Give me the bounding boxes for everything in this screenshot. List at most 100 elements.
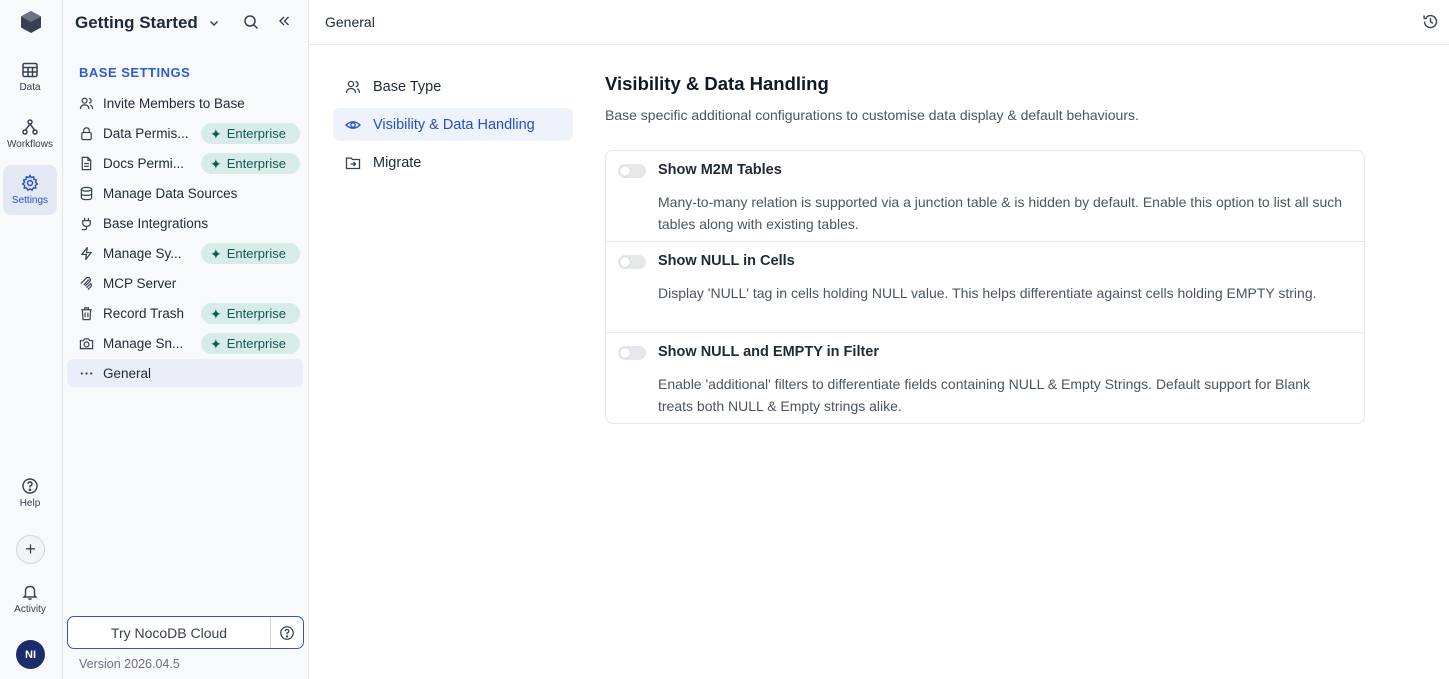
sidebar-item-docs-permissions[interactable]: Docs Permi... ✦ Enterprise (67, 149, 303, 177)
cloud-help-button[interactable] (271, 617, 303, 648)
sparkle-icon: ✦ (210, 305, 222, 322)
toggle-knob (620, 348, 630, 358)
tab-visibility-data-handling[interactable]: Visibility & Data Handling (333, 108, 573, 141)
rail-help-label: Help (19, 498, 41, 509)
sidebar-header: Getting Started (63, 0, 309, 45)
rail-workflows-label: Workflows (7, 139, 53, 150)
tab-label: Migrate (373, 154, 422, 171)
null-in-cells-toggle[interactable] (618, 255, 646, 269)
rail-activity[interactable]: Activity (3, 574, 57, 624)
database-icon (80, 186, 93, 200)
enterprise-badge: ✦ Enterprise (201, 243, 300, 264)
tab-base-type[interactable]: Base Type (333, 70, 573, 103)
page-title: General (325, 14, 375, 30)
sidebar-item-record-trash[interactable]: Record Trash ✦ Enterprise (67, 299, 303, 327)
lightning-icon (80, 246, 93, 260)
camera-icon (79, 337, 94, 349)
sidebar-item-label: Manage Data Sources (103, 185, 238, 201)
sidebar-item-data-permissions[interactable]: Data Permis... ✦ Enterprise (67, 119, 303, 147)
bell-icon (22, 585, 38, 600)
option-title: Show NULL in Cells (658, 253, 795, 269)
options-card: Show M2M Tables Many-to-many relation is… (605, 150, 1365, 424)
badge-label: Enterprise (226, 336, 286, 351)
add-button[interactable]: + (16, 535, 45, 564)
option-description: Many-to-many relation is supported via a… (658, 194, 1343, 232)
option-show-null-in-cells: Show NULL in Cells Display 'NULL' tag in… (606, 242, 1364, 333)
chevron-down-icon[interactable] (208, 17, 220, 29)
nocodb-logo-icon[interactable] (19, 10, 43, 34)
migrate-icon (345, 156, 361, 169)
sidebar-item-label: Manage Sn... (103, 335, 184, 351)
mcp-icon (80, 276, 93, 290)
trash-icon (81, 306, 92, 320)
sparkle-icon: ✦ (210, 125, 222, 142)
sparkle-icon: ✦ (210, 155, 222, 172)
sidebar-item-label: Docs Permi... (103, 155, 185, 171)
m2m-toggle[interactable] (618, 164, 646, 178)
eye-icon (345, 120, 361, 129)
sidebar-item-label: Record Trash (103, 305, 185, 321)
gear-icon (21, 174, 39, 192)
option-title: Show M2M Tables (658, 162, 782, 178)
history-icon[interactable] (1422, 13, 1439, 30)
tab-label: Visibility & Data Handling (373, 116, 535, 133)
sidebar-item-general[interactable]: General (67, 359, 303, 387)
sidebar-item-label: Invite Members to Base (103, 95, 245, 111)
rail-help[interactable]: Help (3, 468, 57, 518)
users-icon (79, 97, 94, 109)
sidebar-item-mcp-server[interactable]: MCP Server (67, 269, 303, 297)
sidebar-item-label: Manage Sy... (103, 245, 182, 261)
base-title[interactable]: Getting Started (75, 13, 198, 33)
plug-icon (81, 217, 91, 230)
rail-settings-label: Settings (11, 195, 49, 206)
avatar[interactable]: NI (16, 640, 45, 669)
badge-label: Enterprise (226, 306, 286, 321)
try-cloud-button[interactable]: Try NocoDB Cloud (68, 617, 271, 648)
enterprise-badge: ✦ Enterprise (201, 123, 300, 144)
sidebar-item-manage-snapshots[interactable]: Manage Sn... ✦ Enterprise (67, 329, 303, 357)
sidebar-item-label: General (103, 365, 152, 381)
null-empty-filter-toggle[interactable] (618, 346, 646, 360)
rail-workflows[interactable]: Workflows (3, 109, 57, 159)
rail-data[interactable]: Data (3, 52, 57, 102)
settings-sidebar: Getting Started BASE SETTINGS Invite Mem… (63, 0, 309, 679)
toggle-knob (620, 166, 630, 176)
sidebar-item-label: Base Integrations (103, 215, 209, 231)
enterprise-badge: ✦ Enterprise (201, 303, 300, 324)
collapse-sidebar-icon[interactable] (277, 14, 291, 28)
app-rail: Data Workflows Settings Help + Activity … (0, 0, 63, 679)
top-bar: General (310, 0, 1449, 45)
badge-label: Enterprise (226, 126, 286, 141)
option-description: Enable 'additional' filters to different… (658, 376, 1311, 414)
search-icon[interactable] (243, 14, 259, 30)
sidebar-item-manage-data-sources[interactable]: Manage Data Sources (67, 179, 303, 207)
enterprise-badge: ✦ Enterprise (201, 333, 300, 354)
option-description: Display 'NULL' tag in cells holding NULL… (658, 285, 1317, 301)
help-circle-icon (22, 478, 38, 494)
section-title: Visibility & Data Handling (605, 73, 829, 94)
sidebar-section-title: BASE SETTINGS (79, 65, 191, 80)
sidebar-item-label: Data Permis... (103, 125, 189, 141)
rail-settings[interactable]: Settings (3, 165, 57, 215)
option-show-m2m-tables: Show M2M Tables Many-to-many relation is… (606, 151, 1364, 242)
badge-label: Enterprise (226, 246, 286, 261)
sparkle-icon: ✦ (210, 245, 222, 262)
table-icon (22, 62, 38, 78)
option-title: Show NULL and EMPTY in Filter (658, 344, 880, 360)
badge-label: Enterprise (226, 156, 286, 171)
sparkle-icon: ✦ (210, 335, 222, 352)
try-cloud-button-group: Try NocoDB Cloud (67, 616, 304, 649)
workflow-icon (22, 119, 38, 135)
users-icon (345, 80, 361, 93)
sidebar-item-invite-members[interactable]: Invite Members to Base (67, 89, 303, 117)
toggle-knob (620, 257, 630, 267)
version-text: Version 2026.04.5 (79, 657, 180, 671)
tab-migrate[interactable]: Migrate (333, 146, 573, 179)
sidebar-item-manage-sync[interactable]: Manage Sy... ✦ Enterprise (67, 239, 303, 267)
sidebar-item-base-integrations[interactable]: Base Integrations (67, 209, 303, 237)
section-subtitle: Base specific additional configurations … (605, 107, 1139, 123)
help-circle-icon (280, 625, 294, 640)
enterprise-badge: ✦ Enterprise (201, 153, 300, 174)
tab-label: Base Type (373, 78, 442, 95)
option-show-null-empty-filter: Show NULL and EMPTY in Filter Enable 'ad… (606, 333, 1364, 424)
